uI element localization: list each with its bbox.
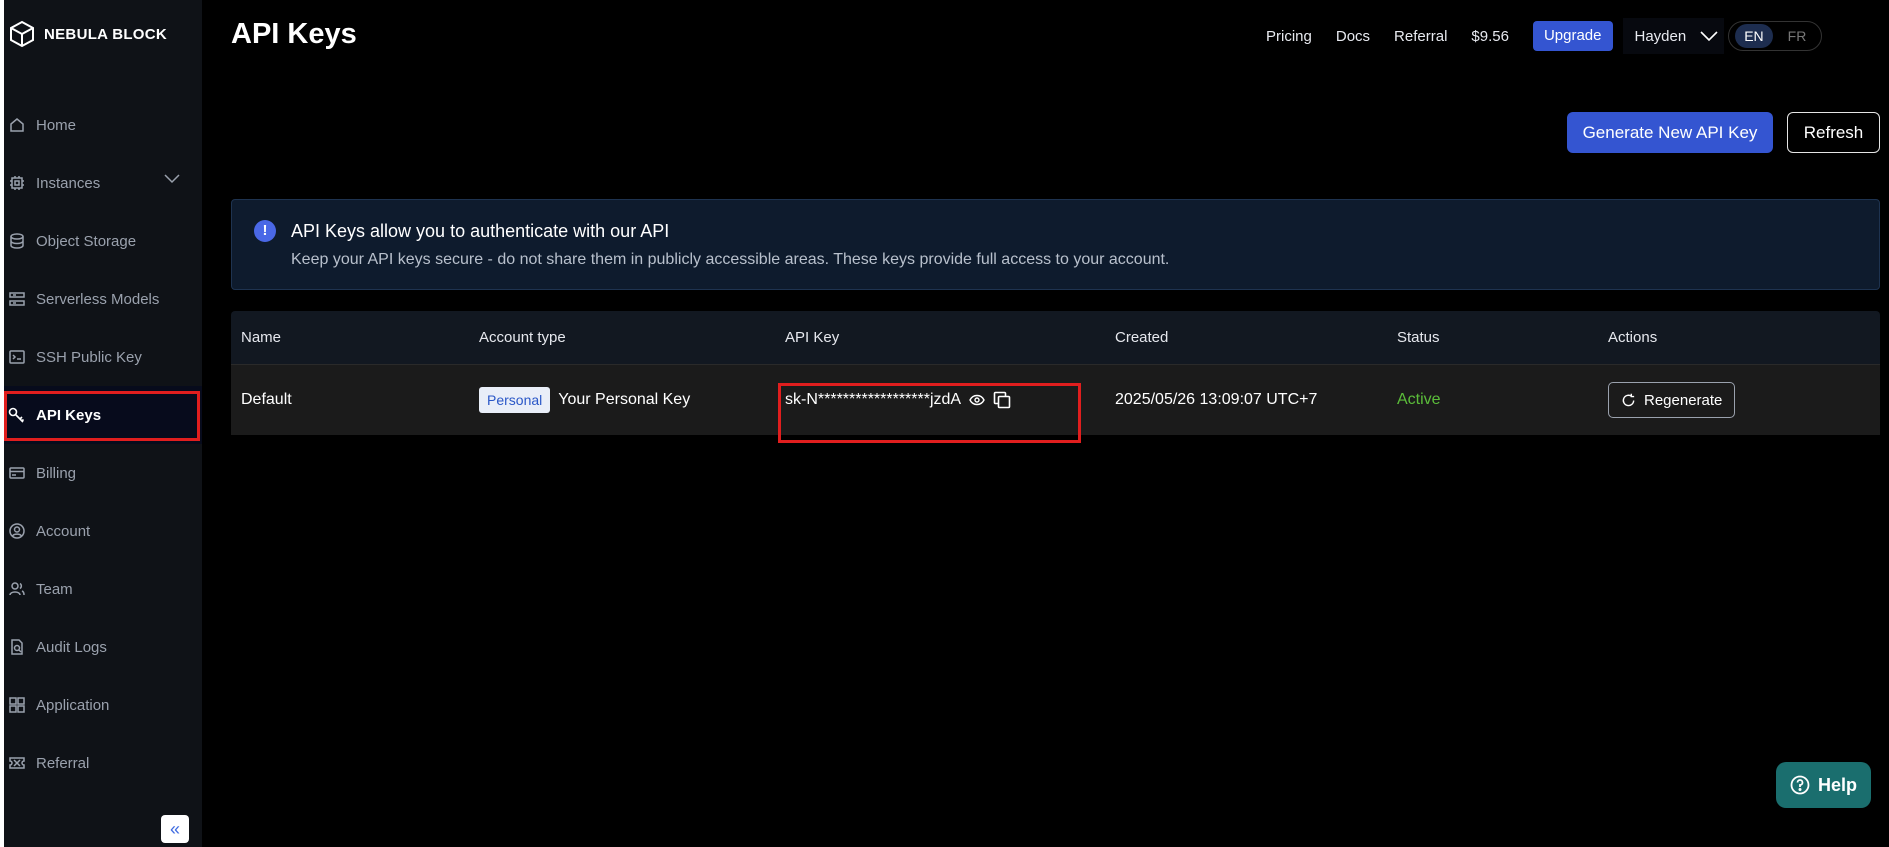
page-title: API Keys: [231, 18, 357, 50]
collapse-sidebar-button[interactable]: «: [161, 815, 189, 843]
column-header-account-type: Account type: [479, 329, 566, 346]
user-circle-icon: [8, 522, 26, 540]
personal-badge: Personal: [479, 387, 551, 413]
key-name: Default: [241, 391, 292, 408]
regenerate-label: Regenerate: [1644, 391, 1723, 409]
column-header-api-key: API Key: [785, 329, 840, 346]
referral-link[interactable]: Referral: [1394, 28, 1447, 45]
lang-en-option[interactable]: EN: [1735, 24, 1773, 48]
ticket-icon: [8, 754, 26, 772]
question-icon: [1790, 775, 1810, 795]
sidebar-item-instances[interactable]: Instances: [4, 154, 202, 212]
terminal-icon: [8, 348, 26, 366]
sidebar-item-label: Account: [36, 522, 91, 540]
sidebar-item-label: Home: [36, 116, 77, 134]
info-title: API Keys allow you to authenticate with …: [291, 221, 670, 241]
sidebar-item-api-keys[interactable]: API Keys: [4, 386, 202, 444]
sidebar-item-ssh-public-key[interactable]: SSH Public Key: [4, 328, 202, 386]
api-key-wrapper: sk-N******************jzdA: [778, 383, 1081, 443]
sidebar-item-label: Team: [36, 580, 73, 598]
brand-name: NEBULA BLOCK: [44, 25, 168, 43]
sidebar: NEBULA BLOCK Home Instances Object Stora…: [4, 0, 202, 847]
home-icon: [8, 116, 26, 134]
server-icon: [8, 290, 26, 308]
status-badge: Active: [1397, 391, 1441, 408]
sidebar-item-billing[interactable]: Billing: [4, 444, 202, 502]
sidebar-item-home[interactable]: Home: [4, 96, 202, 154]
brand-logo[interactable]: NEBULA BLOCK: [8, 20, 167, 48]
sidebar-item-object-storage[interactable]: Object Storage: [4, 212, 202, 270]
user-name: Hayden: [1634, 27, 1687, 45]
column-header-status: Status: [1397, 329, 1440, 346]
sidebar-item-label: Referral: [36, 754, 90, 772]
table-header: Name Account type API Key Created Status…: [231, 311, 1880, 364]
help-button[interactable]: Help: [1776, 762, 1871, 808]
sidebar-item-serverless-models[interactable]: Serverless Models: [4, 270, 202, 328]
generate-api-key-button[interactable]: Generate New API Key: [1567, 112, 1773, 153]
chip-icon: [8, 174, 26, 192]
sidebar-item-label: SSH Public Key: [36, 348, 142, 366]
sidebar-nav: Home Instances Object Storage Serverless…: [4, 96, 202, 792]
sidebar-item-audit-logs[interactable]: Audit Logs: [4, 618, 202, 676]
table-row: Default Personal Your Personal Key sk-N*…: [231, 364, 1880, 443]
team-icon: [8, 580, 26, 598]
pricing-link[interactable]: Pricing: [1266, 28, 1312, 45]
info-description: Keep your API keys secure - do not share…: [291, 251, 1170, 268]
sidebar-item-label: Billing: [36, 464, 77, 482]
api-key-cell: sk-N******************jzdA: [778, 365, 1081, 443]
sidebar-item-label: API Keys: [36, 406, 102, 424]
column-header-actions: Actions: [1608, 329, 1658, 346]
actions-cell: Regenerate: [1608, 365, 1736, 435]
sidebar-item-label: Audit Logs: [36, 638, 107, 656]
created-date: 2025/05/26 13:09:07 UTC+7: [1115, 391, 1318, 408]
sidebar-item-label: Instances: [36, 174, 101, 192]
refresh-button[interactable]: Refresh: [1787, 112, 1880, 153]
column-header-name: Name: [241, 329, 282, 346]
chevron-down-icon[interactable]: [164, 174, 180, 184]
audit-icon: [8, 638, 26, 656]
account-type-text: Your Personal Key: [558, 391, 691, 408]
database-icon: [8, 232, 26, 250]
regenerate-button[interactable]: Regenerate: [1608, 382, 1736, 418]
exclamation-icon: !: [254, 220, 276, 242]
lang-fr-option[interactable]: FR: [1779, 24, 1816, 48]
api-keys-table: Name Account type API Key Created Status…: [231, 311, 1880, 443]
sidebar-item-account[interactable]: Account: [4, 502, 202, 560]
refresh-icon: [1621, 393, 1636, 408]
sidebar-item-label: Serverless Models: [36, 290, 160, 308]
account-type-cell: Personal Your Personal Key: [479, 365, 690, 435]
sidebar-item-team[interactable]: Team: [4, 560, 202, 618]
column-header-created: Created: [1115, 329, 1169, 346]
cube-logo-icon: [8, 20, 36, 48]
sidebar-item-application[interactable]: Application: [4, 676, 202, 734]
sidebar-item-label: Object Storage: [36, 232, 137, 250]
upgrade-button[interactable]: Upgrade: [1532, 21, 1613, 51]
key-icon: [8, 406, 26, 424]
top-navigation: Pricing Docs Referral $9.56 Upgrade Hayd…: [1266, 18, 1823, 54]
sidebar-item-label: Application: [36, 696, 110, 714]
chevron-down-icon: [1700, 30, 1718, 42]
info-banner: ! API Keys allow you to authenticate wit…: [231, 199, 1880, 290]
apps-icon: [8, 696, 26, 714]
highlight-box: [778, 383, 1081, 443]
double-chevron-left-icon: «: [169, 818, 180, 839]
help-label: Help: [1817, 774, 1857, 795]
balance-amount: $9.56: [1471, 27, 1509, 45]
docs-link[interactable]: Docs: [1336, 28, 1370, 45]
language-switch: EN FR: [1728, 21, 1823, 51]
billing-icon: [8, 464, 26, 482]
user-menu[interactable]: Hayden: [1622, 18, 1725, 54]
sidebar-item-referral[interactable]: Referral: [4, 734, 202, 792]
